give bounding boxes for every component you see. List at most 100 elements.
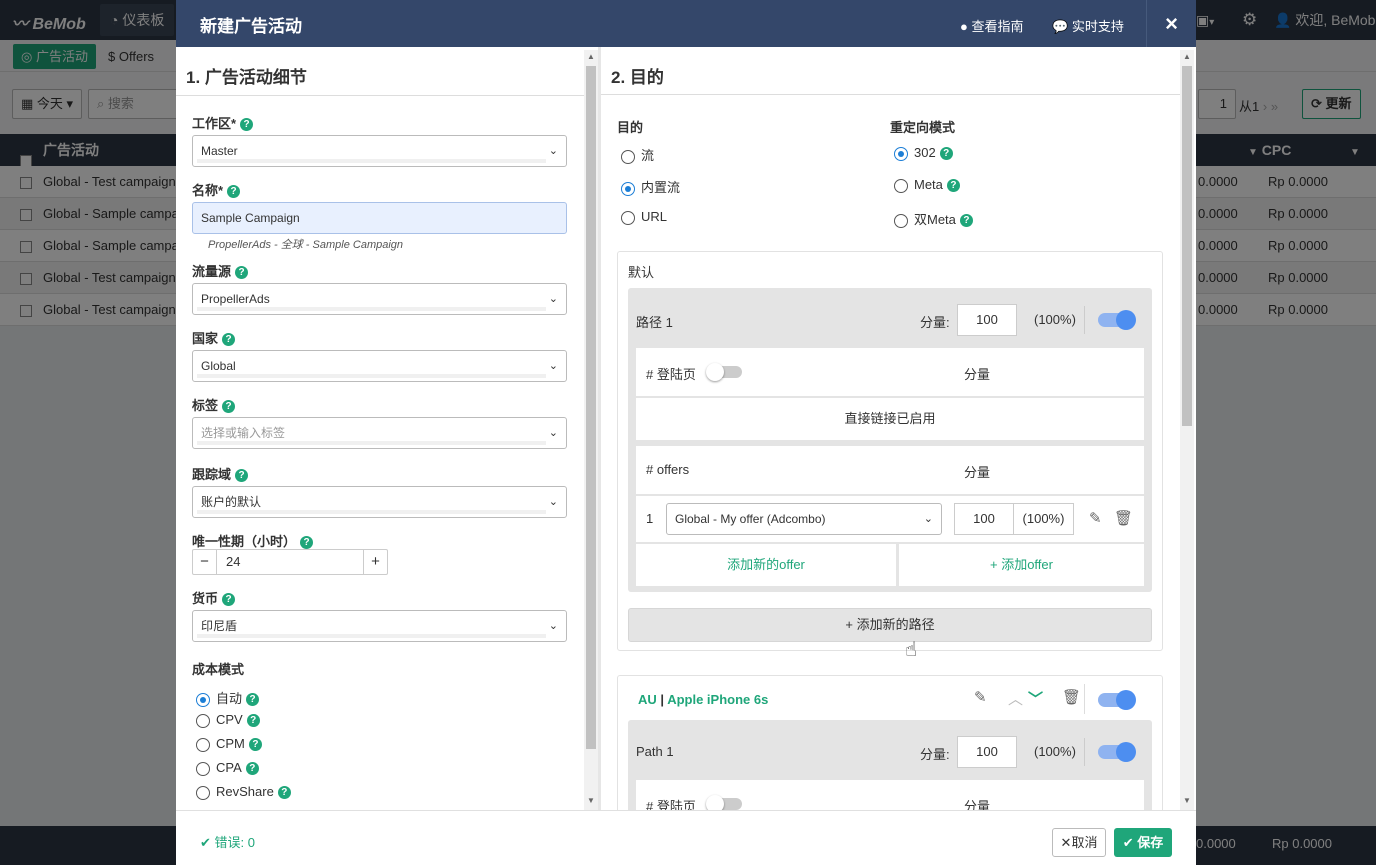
cost-option-cpm[interactable]: CPM?	[196, 736, 262, 752]
add-new-offer-button[interactable]: 添加新的offer	[636, 544, 896, 586]
help-icon[interactable]: ?	[939, 147, 953, 161]
help-icon[interactable]: ?	[246, 714, 260, 728]
check-icon: ✔	[1122, 835, 1134, 850]
offer-select[interactable]: Global - My offer (Adcombo) ⌄	[666, 503, 942, 535]
help-icon[interactable]: ?	[277, 786, 291, 800]
help-icon[interactable]: ?	[222, 333, 236, 347]
traffic-source-select[interactable]: PropellerAds ⌄	[192, 283, 567, 315]
workspace-select[interactable]: Master ⌄	[192, 135, 567, 167]
errors-status: ✔ 错误: 0	[200, 832, 255, 851]
help-icon[interactable]: ?	[222, 593, 236, 607]
cost-option-label: RevShare	[216, 784, 274, 799]
redirect-option-label: 双Meta	[914, 212, 956, 227]
landers-toggle[interactable]	[706, 363, 742, 381]
rule-country: AU	[638, 692, 657, 707]
trash-icon[interactable]: 🗑	[1062, 688, 1081, 706]
question-circle-icon: ●	[960, 19, 968, 34]
currency-select[interactable]: 印尼盾 ⌄	[192, 610, 567, 642]
tags-select[interactable]: 选择或输入标签 ⌄	[192, 417, 567, 449]
default-rule-box: 默认 路径 1 分量: 100 (100%) # 登陆页 分量 直接链接已启用 …	[617, 251, 1163, 651]
new-campaign-modal: 新建广告活动 ● 查看指南 💬 实时支持 × 1. 广告活动细节 工作区*? M…	[176, 0, 1196, 865]
close-icon[interactable]: ×	[1146, 0, 1196, 47]
trash-icon[interactable]: 🗑	[1114, 509, 1133, 527]
help-icon[interactable]: ?	[240, 118, 254, 132]
country-select[interactable]: Global ⌄	[192, 350, 567, 382]
cost-option-auto[interactable]: 自动?	[196, 688, 260, 707]
tracking-domain-label: 跟踪域?	[192, 464, 249, 483]
cost-option-cpv[interactable]: CPV?	[196, 712, 260, 728]
view-guide-link[interactable]: ● 查看指南	[960, 16, 1024, 35]
add-offer-button[interactable]: + 添加offer	[899, 544, 1144, 586]
details-panel: 1. 广告活动细节 工作区*? Master ⌄ 名称*? Sample Camp…	[176, 47, 584, 810]
path-1-weight-input[interactable]: 100	[957, 304, 1017, 336]
redirect-option-meta[interactable]: Meta?	[894, 177, 960, 193]
divider	[601, 94, 1181, 95]
minus-icon[interactable]: −	[193, 550, 217, 574]
destination-type-label: 目的	[617, 120, 644, 135]
save-button[interactable]: ✔ 保存	[1114, 828, 1172, 857]
destination-scrollbar[interactable]: ▲ ▼	[1180, 50, 1194, 810]
rule-path-toggle[interactable]	[1098, 742, 1136, 762]
plus-icon[interactable]: +	[363, 550, 387, 574]
chevron-down-icon: ⌄	[548, 427, 558, 439]
help-icon[interactable]: ?	[227, 185, 241, 199]
help-icon[interactable]: ?	[222, 400, 236, 414]
scroll-up-icon[interactable]: ▲	[1183, 52, 1191, 61]
dest-option-url[interactable]: URL	[621, 209, 667, 225]
edit-pencil-icon[interactable]: ✎	[974, 688, 987, 706]
live-support-link[interactable]: 💬 实时支持	[1052, 16, 1124, 35]
help-icon[interactable]: ?	[235, 469, 249, 483]
name-input[interactable]: Sample Campaign	[192, 202, 567, 234]
rule-device: Apple iPhone 6s	[667, 692, 769, 707]
cost-option-cpa[interactable]: CPA?	[196, 760, 259, 776]
help-icon[interactable]: ?	[248, 738, 262, 752]
redirect-option-302[interactable]: 302?	[894, 145, 953, 161]
scroll-down-icon[interactable]: ▼	[587, 796, 595, 805]
uniqueness-value[interactable]: 24	[226, 550, 240, 574]
tracking-domain-select[interactable]: 账户的默认 ⌄	[192, 486, 567, 518]
path-1-toggle[interactable]	[1098, 310, 1136, 330]
name-label: 名称*?	[192, 180, 241, 199]
traffic-source-label: 流量源?	[192, 261, 249, 280]
chevron-down-icon: ⌄	[548, 145, 558, 157]
add-new-path-button[interactable]: + 添加新的路径	[628, 608, 1152, 642]
details-scrollbar[interactable]: ▲ ▼	[584, 50, 598, 810]
help-icon[interactable]: ?	[946, 179, 960, 193]
cancel-button[interactable]: ✕取消	[1052, 828, 1106, 857]
help-icon[interactable]: ?	[245, 762, 259, 776]
rule-path-weight-input[interactable]: 100	[957, 736, 1017, 768]
dest-option-label: 内置流	[641, 180, 681, 195]
redirect-option-label: Meta	[914, 177, 943, 192]
rule-path-1-box: Path 1 分量: 100 (100%) # 登陆页 分量	[628, 720, 1152, 810]
chevron-down-icon[interactable]: ﹀	[1028, 688, 1043, 709]
help-icon[interactable]: ?	[246, 693, 260, 707]
edit-pencil-icon[interactable]: ✎	[1089, 509, 1102, 527]
uniqueness-stepper: − 24 +	[192, 549, 388, 575]
scroll-up-icon[interactable]: ▲	[587, 52, 595, 61]
offer-weight-input[interactable]: 100	[954, 503, 1014, 535]
landers-label: # 登陆页	[646, 367, 696, 382]
landers-header: # 登陆页 分量	[636, 348, 1144, 396]
workspace-label: 工作区*?	[192, 113, 254, 132]
rule-title[interactable]: AU | Apple iPhone 6s	[638, 692, 768, 707]
cost-option-revshare[interactable]: RevShare?	[196, 784, 291, 800]
rule-toggle[interactable]	[1098, 690, 1136, 710]
cost-option-label: CPA	[216, 760, 242, 775]
help-icon[interactable]: ?	[959, 214, 973, 228]
dest-option-flow[interactable]: 流	[621, 145, 654, 164]
scroll-down-icon[interactable]: ▼	[1183, 796, 1191, 805]
help-icon[interactable]: ?	[300, 536, 314, 550]
dest-option-built-in-flow[interactable]: 内置流	[621, 177, 680, 196]
traffic-value: PropellerAds	[201, 292, 270, 306]
scrollbar-thumb[interactable]	[1182, 66, 1192, 426]
currency-value: 印尼盾	[201, 619, 238, 633]
redirect-option-double-meta[interactable]: 双Meta?	[894, 209, 973, 228]
errors-count: 0	[247, 835, 256, 850]
dest-option-label: 流	[641, 148, 655, 163]
scrollbar-thumb[interactable]	[586, 66, 596, 749]
divider	[176, 95, 584, 96]
rule-landers-label: # 登陆页	[646, 799, 696, 810]
chevron-up-icon[interactable]: ︿	[1008, 688, 1023, 709]
rule-landers-toggle[interactable]	[706, 795, 742, 810]
help-icon[interactable]: ?	[235, 266, 249, 280]
